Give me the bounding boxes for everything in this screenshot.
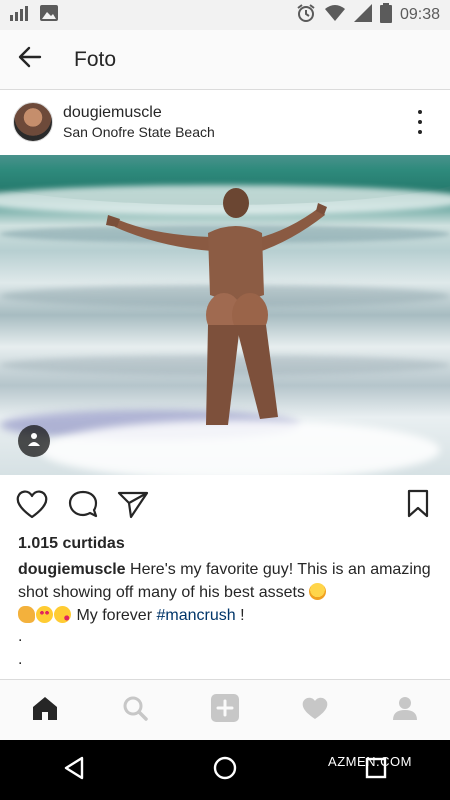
heart-icon [301, 695, 329, 726]
page-title: Foto [74, 47, 117, 71]
bottom-nav [0, 679, 450, 740]
post-photo[interactable] [0, 155, 450, 475]
image-notification-icon [40, 4, 58, 26]
bookmark-icon[interactable] [406, 489, 430, 524]
post-caption: dougiemuscle Here's my favorite guy! Thi… [18, 558, 433, 627]
heart-icon[interactable] [16, 489, 48, 524]
share-icon[interactable] [117, 489, 149, 524]
caption-username[interactable]: dougiemuscle [18, 561, 126, 578]
comment-icon[interactable] [67, 489, 99, 524]
tagged-user-button[interactable] [18, 425, 50, 457]
home-icon [31, 695, 59, 726]
nav-search[interactable] [110, 685, 160, 735]
caption-text-2: My forever [72, 607, 157, 624]
heart-eyes-emoji [36, 606, 53, 623]
home-circle-icon[interactable] [212, 755, 238, 786]
kissing-heart-emoji [54, 606, 71, 623]
likes-count[interactable]: 1.015 curtidas [18, 535, 125, 553]
flexed-biceps-emoji [18, 606, 35, 623]
wifi-icon [324, 4, 346, 27]
profile-icon [392, 695, 418, 726]
post-actions [0, 485, 450, 525]
back-triangle-icon[interactable] [63, 756, 85, 785]
signal-bars-icon [10, 5, 32, 26]
user-tag-icon [27, 432, 41, 451]
caption-text-3: ! [235, 607, 245, 624]
status-bar: 09:38 [0, 0, 450, 30]
avatar[interactable] [13, 102, 53, 142]
cell-signal-icon [353, 3, 372, 27]
arrow-left-icon [18, 45, 42, 74]
post-location[interactable]: San Onofre State Beach [63, 123, 215, 141]
back-button[interactable] [0, 30, 60, 90]
app-bar: Foto [0, 30, 450, 90]
caption-line: . [18, 628, 23, 645]
person-figure [106, 188, 327, 425]
nav-home[interactable] [20, 685, 70, 735]
watermark: AZMEN.COM [328, 754, 412, 769]
add-icon [210, 693, 240, 728]
nav-activity[interactable] [290, 685, 340, 735]
nav-profile[interactable] [380, 685, 430, 735]
alarm-icon [296, 3, 316, 28]
system-nav-bar [0, 740, 450, 800]
status-time: 09:38 [399, 6, 440, 23]
caption-line: . [18, 651, 23, 668]
hugging-face-emoji [309, 583, 327, 600]
battery-icon [379, 2, 392, 28]
search-icon [122, 695, 148, 726]
post-header: dougiemuscle San Onofre State Beach [0, 92, 450, 152]
hashtag-link[interactable]: #mancrush [156, 607, 235, 624]
nav-add[interactable] [200, 685, 250, 735]
post-username[interactable]: dougiemuscle [63, 103, 215, 123]
more-options-icon[interactable] [410, 110, 430, 134]
